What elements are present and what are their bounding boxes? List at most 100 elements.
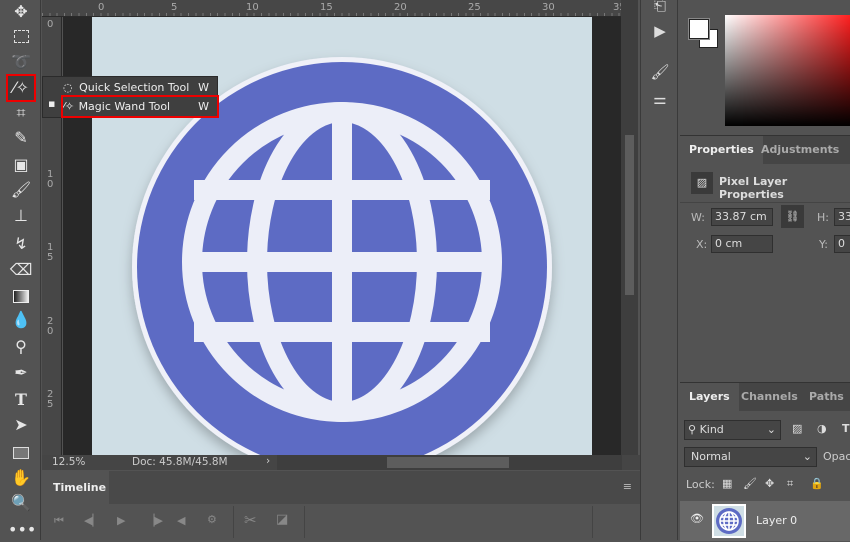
tab-adjustments[interactable]: Adjustments [752,136,848,164]
visibility-eye-icon[interactable]: 👁 [690,512,704,525]
tab-properties[interactable]: Properties [680,136,763,164]
vertical-scrollbar[interactable] [621,0,638,455]
tab-timeline[interactable]: Timeline [42,471,109,504]
layer-thumbnail [712,504,746,538]
clone-stamp-tool[interactable]: ⊥ [8,204,34,228]
zoom-tool[interactable]: 🔍 [8,491,34,515]
layers-panel: Layers Channels Paths ⚲ Kind ⌄ ▨ ◑ T Norm… [680,382,850,541]
brush-presets-icon[interactable]: 🖌 [649,63,671,81]
history-icon[interactable]: ⎗ [649,0,671,14]
width-label: W: [691,211,705,224]
tab-channels[interactable]: Channels [732,383,807,411]
filter-adjustment-icon[interactable]: ◑ [817,422,827,435]
filter-type-icon[interactable]: T [842,422,850,435]
ruler-label: 30 [542,2,555,13]
transition-icon[interactable]: ◪ [276,512,288,527]
type-tool[interactable]: T [8,388,34,412]
quick-selection-icon: ◌ [63,81,73,94]
lock-all-icon[interactable]: 🔒 [810,477,824,490]
blur-tool[interactable]: 💧 [8,308,34,332]
zoom-level[interactable]: 12.5% [52,456,85,468]
tab-paths[interactable]: Paths [800,383,850,411]
tab-layers[interactable]: Layers [680,383,739,411]
previous-frame-icon[interactable]: ◀▏ [84,514,101,527]
panel-menu-icon[interactable]: ≡ [623,480,632,493]
color-picker-field[interactable] [725,15,850,126]
lock-pixels-icon[interactable]: 🖌 [743,477,757,490]
height-field[interactable]: 33. [834,208,850,226]
x-field[interactable]: 0 cm [711,235,773,253]
lock-transparency-icon[interactable]: ▦ [722,477,732,490]
status-bar: 12.5% Doc: 45.8M/45.8M › [42,455,640,470]
actions-play-icon[interactable]: ▶ [649,22,671,40]
rectangle-tool[interactable] [8,440,34,464]
filter-value: Kind [699,423,724,436]
tools-panel: ✥ ➰ ⁄✧ ⌗ ✎ ▣ 🖌 ⊥ ↯ ⌫ 💧 ⚲ ✒ T ➤ ✋ 🔍 ••• [0,0,41,540]
ruler-label: 25 [47,389,54,410]
blend-value: Normal [691,450,731,463]
shortcut: W [198,81,209,94]
eraser-tool[interactable]: ⌫ [8,258,34,282]
patch-tool[interactable]: ▣ [8,153,34,177]
dodge-tool[interactable]: ⚲ [8,335,34,359]
width-field[interactable]: 33.87 cm [711,208,773,226]
ruler-label: 25 [468,2,481,13]
first-frame-icon[interactable]: ⏮ [54,514,64,528]
ruler-label: 20 [394,2,407,13]
layer-name[interactable]: Layer 0 [756,514,797,527]
height-label: H: [817,211,829,224]
horizontal-scrollbar[interactable] [277,455,622,470]
properties-title: Pixel Layer Properties [719,175,788,201]
hand-tool[interactable]: ✋ [8,466,34,490]
x-label: X: [696,238,708,251]
lasso-tool[interactable]: ➰ [8,50,34,74]
right-panels: Properties Adjustments ▨ Pixel Layer Pro… [680,0,850,541]
next-frame-icon[interactable]: ▕▶ [146,514,163,527]
collapsed-panels-column: ⎗ ▶ 🖌 ⚌ [640,0,678,540]
foreground-color-swatch[interactable] [688,18,710,40]
marquee-tool[interactable] [8,24,34,48]
move-tool[interactable]: ✥ [8,0,34,24]
eyedropper-tool[interactable]: ✎ [8,126,34,150]
lock-label: Lock: [686,478,715,491]
path-selection-tool[interactable]: ➤ [8,413,34,437]
color-panel [680,0,850,130]
menu-item-magic-wand[interactable]: ⁄✧ Magic Wand Tool W [61,95,219,118]
doc-size: Doc: 45.8M/45.8M [132,456,228,468]
filter-pixel-icon[interactable]: ▨ [792,422,802,435]
play-icon[interactable]: ▶ [117,514,125,527]
magic-wand-icon: ⁄✧ [63,100,75,113]
ruler-label: 5 [171,2,178,13]
scroll-thumb[interactable] [387,457,509,468]
layer-filter-dropdown[interactable]: ⚲ Kind ⌄ [684,420,781,440]
y-label: Y: [819,238,828,251]
gradient-tool[interactable] [8,284,34,308]
opacity-label: Opac [823,450,850,463]
brush-tool[interactable]: 🖌 [8,178,34,202]
settings-gear-icon[interactable]: ⚙ [207,513,217,526]
ruler-label: 20 [47,316,54,337]
link-dimensions-icon[interactable]: ⛓ [781,205,804,228]
shortcut: W [198,100,209,113]
lock-artboard-icon[interactable]: ⌗ [787,477,793,491]
pen-tool[interactable]: ✒ [8,361,34,385]
adjustment-sliders-icon[interactable]: ⚌ [649,90,671,108]
audio-icon[interactable]: ◀ [177,514,185,527]
more-tools-icon[interactable]: ••• [8,518,36,542]
menu-item-label: Quick Selection Tool [79,81,190,94]
crop-tool[interactable]: ⌗ [8,101,34,125]
y-field[interactable]: 0 c [834,235,850,253]
split-scissors-icon[interactable]: ✂ [244,511,257,529]
ruler-label: 0 [98,2,105,13]
scroll-thumb[interactable] [625,135,634,295]
blend-mode-dropdown[interactable]: Normal ⌄ [684,447,817,467]
menu-item-quick-selection[interactable]: ◌ Quick Selection Tool W [63,78,217,97]
ruler-label: 0 [47,19,54,30]
lock-position-icon[interactable]: ✥ [765,477,774,490]
tool-flyout-menu: ◌ Quick Selection Tool W ▪ ⁄✧ Magic Wand… [42,76,219,118]
selected-bullet-icon: ▪ [48,97,56,110]
magic-wand-tool[interactable]: ⁄✧ [6,74,36,102]
chevron-right-icon[interactable]: › [266,455,270,467]
layer-row[interactable]: 👁 Layer 0 [680,501,850,541]
history-brush-tool[interactable]: ↯ [8,232,34,256]
